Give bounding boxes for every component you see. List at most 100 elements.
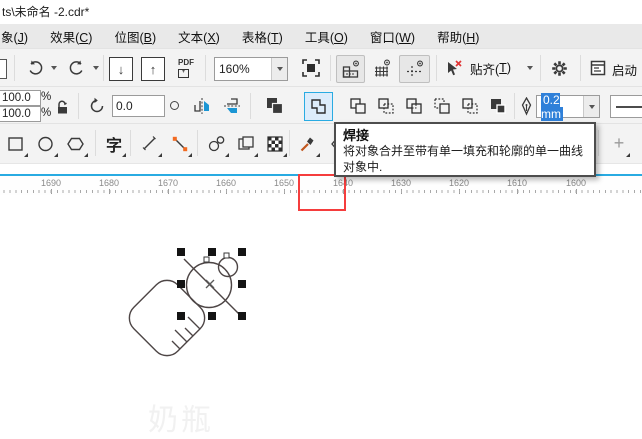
curve-nodes[interactable] — [203, 252, 230, 263]
eyedropper-tool[interactable] — [294, 127, 322, 160]
undo-dropdown[interactable] — [48, 56, 60, 80]
horizontal-ruler[interactable]: 1690 1680 1670 1660 1650 1640 1630 1620 … — [0, 176, 642, 195]
clipped-paste-icon — [0, 59, 7, 79]
lock-ratio-icon — [57, 100, 67, 113]
label-part: 效果( — [50, 30, 80, 45]
options-button[interactable] — [546, 55, 572, 81]
menu-item-window[interactable]: 窗口(W) — [359, 27, 426, 46]
bezier-tool[interactable] — [166, 127, 194, 160]
import-icon: ↓ — [117, 61, 125, 77]
tooltip-description: 将对象合并至带有单一填充和轮廓的单一曲线对象中. — [343, 144, 584, 174]
document-title: ts\未命名 -2.cdr* — [2, 5, 90, 19]
fullscreen-icon — [302, 59, 320, 77]
front-minus-back-button[interactable] — [430, 94, 454, 118]
fullscreen-preview-button[interactable] — [298, 56, 324, 80]
snap-dropdown-caret[interactable] — [524, 56, 536, 80]
line-tool[interactable] — [136, 127, 164, 160]
menu-bar: 象(J) 效果(C) 位图(B) 文本(X) 表格(T) 工具(O) 窗口(W)… — [0, 24, 642, 48]
redo-icon — [69, 60, 83, 75]
snap-off-button[interactable] — [441, 56, 467, 80]
rectangle-tool-icon — [8, 136, 23, 151]
artwork — [123, 248, 246, 362]
drawing-canvas[interactable]: 奶瓶 — [0, 195, 642, 437]
zoom-level-combobox[interactable]: 160% — [214, 57, 288, 81]
pattern-fill-tool[interactable] — [261, 127, 289, 160]
transparency-tool[interactable] — [232, 127, 260, 160]
ruler-label: 1630 — [386, 178, 416, 194]
title-bar: ts\未命名 -2.cdr* — [0, 0, 642, 24]
trim-button[interactable] — [346, 94, 370, 118]
redo-button[interactable] — [64, 56, 90, 80]
rotation-button — [86, 95, 108, 117]
outline-pen-button — [518, 95, 534, 117]
blend-tool[interactable] — [203, 127, 231, 160]
rotation-angle-field[interactable]: 0.0 — [112, 95, 165, 117]
label-part: T — [271, 30, 279, 45]
menu-item-table[interactable]: 表格(T) — [231, 27, 294, 46]
undo-icon — [29, 60, 43, 75]
mirror-vertical-button[interactable] — [220, 94, 244, 118]
redo-dropdown[interactable] — [90, 56, 102, 80]
label-part: H — [466, 30, 476, 45]
launch-button[interactable] — [586, 56, 610, 80]
rulers-toggle-button[interactable] — [336, 55, 365, 83]
launch-label[interactable]: 启动 — [612, 60, 637, 79]
label-part: ) — [151, 30, 157, 45]
export-button[interactable]: ↑ — [141, 57, 165, 81]
scale-y-field[interactable]: 100.0 — [0, 106, 41, 122]
snap-off-icon — [448, 60, 462, 76]
menu-item-object[interactable]: 象(J) — [0, 27, 39, 46]
mirror-horizontal-button[interactable] — [190, 94, 214, 118]
weld-button[interactable] — [304, 92, 333, 121]
ellipse-tool-icon — [38, 136, 53, 151]
label-part: ) — [410, 30, 416, 45]
bezier-tool-icon — [172, 136, 188, 151]
snap-to-dropdown[interactable]: 贴齐(T) — [470, 56, 511, 80]
undo-button[interactable] — [22, 56, 48, 80]
simplify-button[interactable] — [402, 94, 426, 118]
ellipse-tool[interactable] — [32, 127, 60, 160]
rectangle-tool[interactable] — [2, 127, 30, 160]
zoom-dropdown-button[interactable] — [271, 58, 287, 80]
launcher-icon — [590, 60, 606, 76]
back-minus-front-button[interactable] — [458, 94, 482, 118]
grid-toggle-button[interactable] — [368, 55, 395, 81]
guidelines-toggle-button[interactable] — [399, 55, 430, 83]
ruler-label: 1650 — [269, 178, 299, 194]
menu-item-bitmaps[interactable]: 位图(B) — [103, 27, 167, 46]
pattern-fill-tool-icon — [267, 135, 283, 152]
selection-handles[interactable] — [177, 248, 246, 320]
outline-style-selector[interactable] — [610, 95, 642, 118]
pdf-export-button[interactable]: PDF + — [171, 56, 201, 80]
label-part: B — [143, 30, 152, 45]
polygon-tool[interactable] — [62, 127, 90, 160]
label-part: ) — [343, 30, 348, 45]
mirror-horizontal-icon — [194, 98, 209, 114]
combine-button[interactable] — [262, 94, 288, 118]
menu-item-help[interactable]: 帮助(H) — [426, 27, 490, 46]
percent-label: % — [41, 91, 52, 103]
menu-item-tools[interactable]: 工具(O) — [294, 27, 359, 46]
menu-item-effects[interactable]: 效果(C) — [39, 27, 103, 46]
front-minus-back-icon — [434, 98, 450, 114]
transparency-tool-icon — [238, 135, 254, 150]
property-bar: 100.0 100.0 % % 0.0 0.2 mm — [0, 86, 642, 211]
create-boundary-button[interactable] — [486, 94, 510, 118]
ruler-ticks — [0, 190, 642, 193]
ruler-label: 1680 — [94, 178, 124, 194]
selection-center-marker[interactable] — [205, 279, 215, 289]
intersect-button[interactable] — [374, 94, 398, 118]
outline-width-dropdown[interactable] — [583, 96, 599, 117]
outline-width-combobox[interactable]: 0.2 mm — [536, 92, 600, 121]
add-tool-button[interactable]: + — [606, 127, 632, 160]
polygon-tool-icon — [67, 137, 84, 150]
import-button[interactable]: ↓ — [109, 57, 133, 81]
text-tool[interactable]: 字 — [100, 127, 128, 160]
mirror-vertical-icon — [224, 98, 240, 113]
menu-item-text[interactable]: 文本(X) — [167, 27, 231, 46]
ruler-label: 1690 — [36, 178, 66, 194]
lock-ratio-button[interactable] — [53, 96, 71, 116]
scale-x-field[interactable]: 100.0 — [0, 90, 41, 106]
bottle-body-shape[interactable] — [123, 274, 211, 362]
label-part: 工具( — [304, 30, 334, 45]
